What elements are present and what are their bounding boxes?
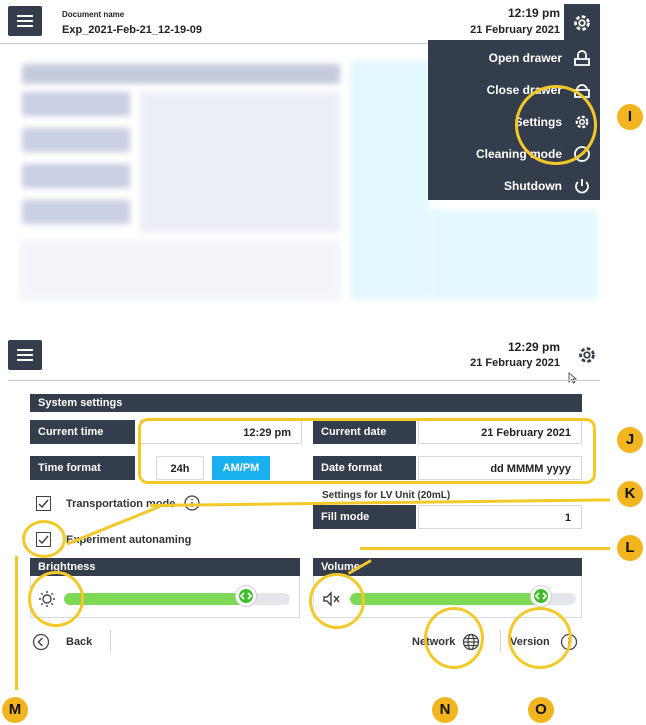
top-screen: Document name Exp_2021-Feb-21_12-19-09 1… xyxy=(0,0,600,310)
blurred-header xyxy=(22,64,340,84)
footer-divider xyxy=(500,630,501,652)
cursor-icon xyxy=(568,372,578,384)
section-title: System settings xyxy=(30,394,582,412)
header-divider xyxy=(8,380,600,381)
fill-mode-label: Fill mode xyxy=(313,505,416,529)
callout-line-m xyxy=(15,556,18,690)
callout-badge-l: L xyxy=(617,535,643,561)
drawer-open-icon xyxy=(574,50,590,66)
callout-badge-m: M xyxy=(2,697,28,723)
back-label: Back xyxy=(66,636,93,648)
fill-mode-field[interactable]: 1 xyxy=(418,505,582,529)
arrows-icon xyxy=(239,592,253,600)
volume-title: Volume xyxy=(313,558,582,576)
doc-name-label: Document name xyxy=(62,10,125,19)
brightness-slider[interactable] xyxy=(64,586,290,606)
brightness-knob[interactable] xyxy=(236,586,256,606)
brightness-fill xyxy=(64,593,249,605)
checkmark-icon xyxy=(38,499,49,509)
volume-slider[interactable] xyxy=(350,586,576,606)
volume-knob[interactable] xyxy=(531,586,551,606)
blurred-panel xyxy=(350,60,430,300)
back-arrow-icon xyxy=(32,633,50,651)
blurred-panel xyxy=(430,210,598,300)
doc-name: Exp_2021-Feb-21_12-19-09 xyxy=(62,24,203,36)
footer-divider xyxy=(110,630,111,652)
callout-ring-o xyxy=(508,607,572,669)
top-time: 12:19 pm xyxy=(507,6,560,20)
callout-badge-i: I xyxy=(617,104,643,130)
callout-line-l xyxy=(360,547,610,550)
callout-ring-m xyxy=(22,520,66,558)
settings-gear-button[interactable] xyxy=(564,4,600,42)
menu-item-label: Open drawer xyxy=(488,51,562,65)
callout-badge-n: N xyxy=(432,697,458,723)
settings-time: 12:29 pm xyxy=(507,340,560,354)
transportation-mode-checkbox[interactable] xyxy=(36,496,51,511)
arrows-icon xyxy=(534,592,548,600)
power-icon xyxy=(575,179,589,194)
blurred-panel xyxy=(20,240,340,300)
blurred-row xyxy=(22,164,130,188)
blurred-row xyxy=(22,200,130,224)
blurred-row xyxy=(22,92,130,116)
time-format-label: Time format xyxy=(30,456,135,480)
volume-fill xyxy=(350,593,544,605)
callout-ring-l xyxy=(309,573,365,629)
callout-ring-i xyxy=(515,85,597,165)
gear-icon xyxy=(574,15,590,31)
gear-icon[interactable] xyxy=(576,344,598,366)
callout-ring-brightness xyxy=(28,571,84,627)
menu-icon[interactable] xyxy=(8,340,42,370)
back-button[interactable]: Back xyxy=(30,632,110,652)
blurred-panel xyxy=(140,92,340,232)
menu-item-open-drawer[interactable]: Open drawer xyxy=(428,42,600,74)
menu-icon[interactable] xyxy=(8,6,42,36)
top-date: 21 February 2021 xyxy=(470,24,560,36)
menu-item-label: Shutdown xyxy=(504,179,562,193)
callout-badge-o: O xyxy=(528,697,554,723)
menu-item-shutdown[interactable]: Shutdown xyxy=(428,170,600,202)
lv-unit-label: Settings for LV Unit (20mL) xyxy=(322,490,451,501)
callout-ring-n xyxy=(424,607,484,669)
settings-date: 21 February 2021 xyxy=(470,357,560,369)
callout-box-j xyxy=(138,418,596,484)
callout-badge-j: J xyxy=(617,427,643,453)
brightness-title: Brightness xyxy=(30,558,300,576)
blurred-row xyxy=(22,128,130,152)
settings-screen: 12:29 pm 21 February 2021 System setting… xyxy=(0,328,600,668)
callout-badge-k: K xyxy=(617,481,643,507)
current-time-label: Current time xyxy=(30,420,135,444)
